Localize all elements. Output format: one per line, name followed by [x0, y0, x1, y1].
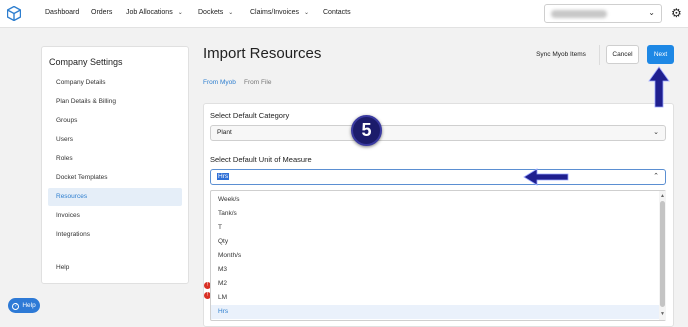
- list-item-selected[interactable]: Hrs: [211, 305, 659, 319]
- next-button[interactable]: Next: [647, 45, 674, 64]
- list-item[interactable]: Qty: [211, 235, 659, 249]
- chevron-up-icon: ⌃: [653, 173, 659, 180]
- tab-from-myob[interactable]: From Myob: [203, 79, 236, 86]
- user-account-select[interactable]: ⌄: [544, 4, 662, 23]
- list-item[interactable]: Week/s: [211, 193, 659, 207]
- chevron-down-icon: ⌄: [653, 129, 659, 136]
- sidebar-item-docket-templates[interactable]: Docket Templates: [48, 169, 182, 187]
- nav-label: Orders: [91, 9, 113, 16]
- sidebar-item-resources[interactable]: Resources: [48, 188, 182, 206]
- list-item[interactable]: Tank/s: [211, 207, 659, 221]
- unit-of-measure-label: Select Default Unit of Measure: [210, 155, 312, 164]
- list-item[interactable]: T: [211, 221, 659, 235]
- sidebar-title: Company Settings: [49, 57, 123, 67]
- nav-orders[interactable]: Orders: [91, 9, 112, 16]
- nav-label: Claims/Invoices: [250, 9, 300, 16]
- unit-of-measure-dropdown-list: Week/s Tank/s T Qty Month/s M3 M2 LM Hrs…: [210, 190, 666, 321]
- nav-job-allocations[interactable]: Job Allocations ⌄: [126, 9, 183, 16]
- scrollbar-thumb[interactable]: [660, 201, 665, 307]
- help-button[interactable]: ? Help: [8, 298, 40, 313]
- nav-label: Dashboard: [45, 9, 80, 16]
- nav-dashboard[interactable]: Dashboard: [45, 9, 79, 16]
- list-item[interactable]: M2: [211, 277, 659, 291]
- category-select-value: Plant: [217, 129, 232, 136]
- nav-claims-invoices[interactable]: Claims/Invoices ⌄: [250, 9, 309, 16]
- tab-from-file[interactable]: From File: [244, 79, 271, 86]
- chevron-down-icon: ⌄: [648, 8, 655, 17]
- page-title: Import Resources: [203, 45, 322, 62]
- sidebar-item-integrations[interactable]: Integrations: [48, 226, 182, 244]
- scroll-down-icon[interactable]: ▼: [660, 311, 665, 317]
- unit-of-measure-select[interactable]: Hrs ⌃: [210, 169, 666, 185]
- list-item[interactable]: Month/s: [211, 249, 659, 263]
- nav-label: Job Allocations: [126, 9, 173, 16]
- settings-sidebar: Company Settings Company Details Plan De…: [41, 46, 189, 284]
- arrow-left-annotation-icon: [523, 168, 569, 186]
- chevron-down-icon: ⌄: [304, 10, 310, 16]
- question-icon: ?: [12, 303, 20, 310]
- sync-myob-items-button[interactable]: Sync Myob Items: [531, 47, 591, 63]
- header-divider: [599, 45, 600, 65]
- category-select[interactable]: Plant ⌄: [210, 125, 666, 141]
- scroll-up-icon[interactable]: ▲: [660, 193, 665, 199]
- top-navbar: Dashboard Orders Job Allocations ⌄ Docket…: [0, 0, 688, 28]
- list-item[interactable]: M3: [211, 263, 659, 277]
- nav-contacts[interactable]: Contacts: [323, 9, 351, 16]
- nav-label: Dockets: [198, 9, 224, 16]
- list-item[interactable]: LM: [211, 291, 659, 305]
- nav-label: Contacts: [323, 9, 351, 16]
- cancel-button[interactable]: Cancel: [606, 45, 639, 64]
- sidebar-item-company-details[interactable]: Company Details: [48, 74, 182, 92]
- sidebar-item-users[interactable]: Users: [48, 131, 182, 149]
- category-label: Select Default Category: [210, 111, 290, 120]
- chevron-down-icon: ⌄: [177, 10, 183, 16]
- sidebar-item-help[interactable]: Help: [48, 259, 182, 277]
- sidebar-item-invoices[interactable]: Invoices: [48, 207, 182, 225]
- help-label: Help: [22, 302, 36, 309]
- gear-icon[interactable]: ⚙: [671, 7, 682, 19]
- arrow-up-annotation-icon: [648, 66, 670, 108]
- sidebar-item-plan-details-billing[interactable]: Plan Details & Billing: [48, 93, 182, 111]
- unit-of-measure-select-value: Hrs: [217, 173, 230, 180]
- nav-dockets[interactable]: Dockets ⌄: [198, 9, 233, 16]
- dropdown-scrollbar[interactable]: ▲ ▼: [659, 191, 666, 320]
- app-logo-icon[interactable]: [7, 6, 21, 21]
- chevron-down-icon: ⌄: [228, 10, 234, 16]
- sidebar-item-roles[interactable]: Roles: [48, 150, 182, 168]
- sidebar-item-groups[interactable]: Groups: [48, 112, 182, 130]
- step-number-badge: 5: [351, 115, 382, 146]
- blurred-user-name: [551, 10, 607, 18]
